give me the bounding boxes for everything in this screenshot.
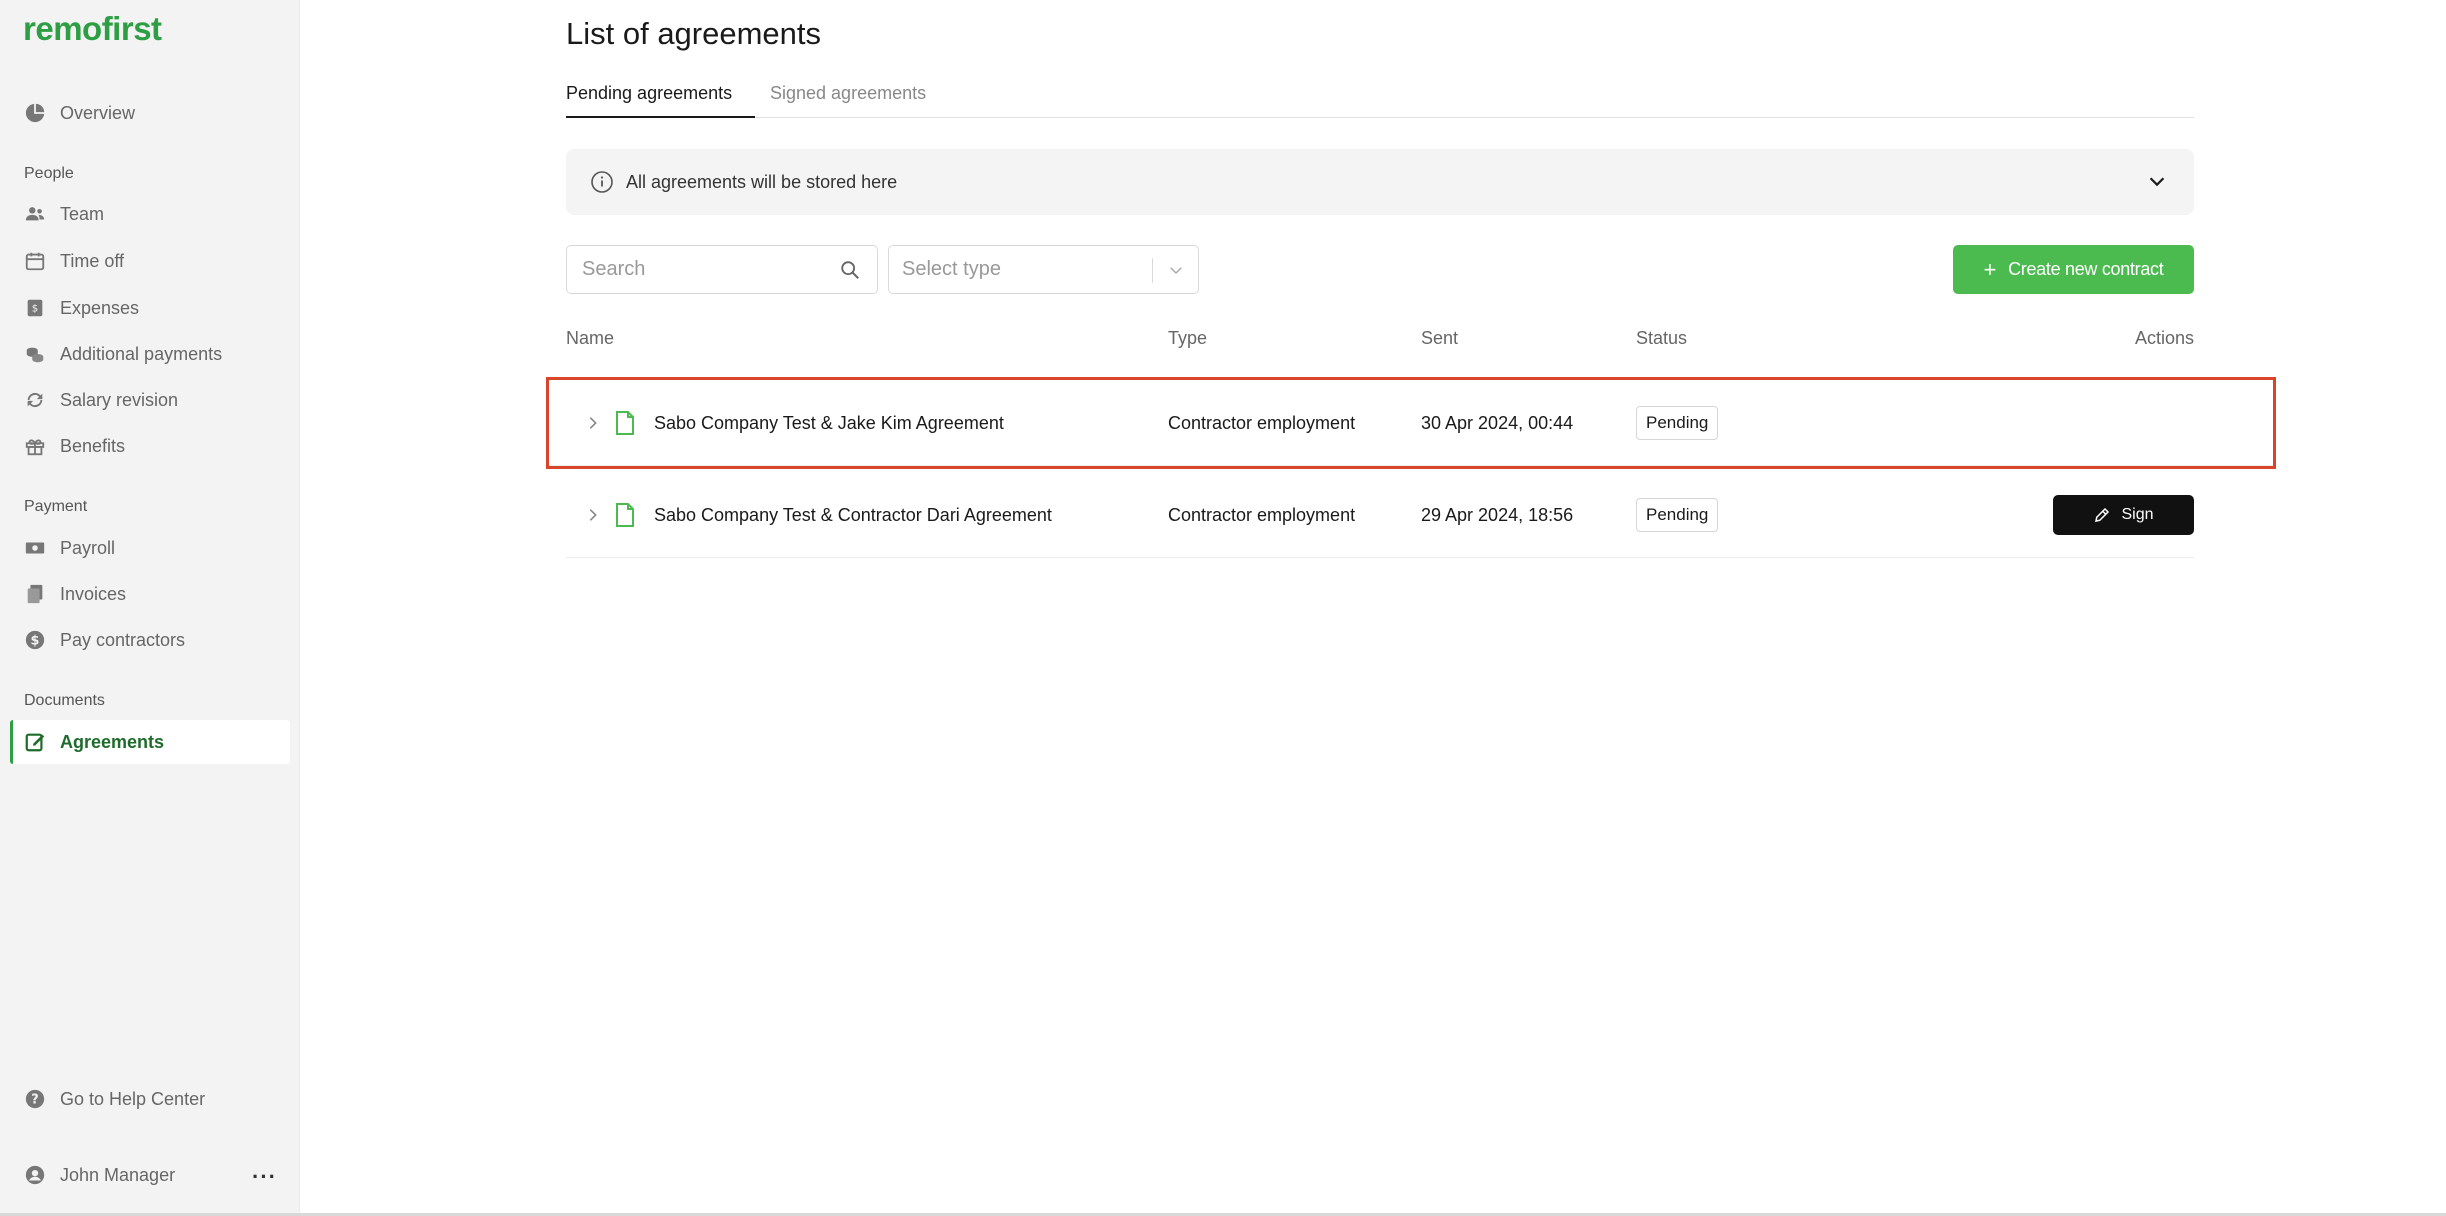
- sidebar-item-label: Agreements: [60, 731, 165, 752]
- remofirst-logo[interactable]: remofirst: [23, 10, 162, 48]
- agreement-type: Contractor employment: [1168, 504, 1356, 525]
- table-row[interactable]: Sabo Company Test & Contractor Dari Agre…: [566, 472, 2194, 558]
- sidebar-item-benefits[interactable]: Benefits: [10, 424, 290, 468]
- document-icon: [616, 503, 634, 527]
- document-icon: [616, 411, 634, 435]
- sidebar-item-time-off[interactable]: Time off: [10, 239, 290, 283]
- sidebar-item-label: Expenses: [60, 297, 140, 318]
- sidebar-item-label: Salary revision: [60, 389, 179, 410]
- pen-icon: [2095, 507, 2110, 522]
- agreement-tabs: Pending agreements Signed agreements: [566, 80, 2194, 118]
- sidebar-item-label: Invoices: [60, 583, 127, 604]
- sidebar-item-label: Additional payments: [60, 343, 223, 364]
- help-circle-icon: ?: [24, 1088, 46, 1110]
- search-input[interactable]: [567, 258, 827, 281]
- pie-chart-icon: [24, 102, 46, 124]
- agreement-sent-date: 30 Apr 2024, 00:44: [1421, 412, 1574, 433]
- group-label-payment: Payment: [24, 498, 88, 515]
- column-header-sent: Sent: [1421, 328, 1459, 348]
- svg-text:$: $: [31, 634, 40, 649]
- group-label-documents: Documents: [24, 692, 105, 709]
- sidebar-item-label: Team: [60, 203, 105, 224]
- sidebar-user-profile[interactable]: John Manager: [10, 1153, 240, 1197]
- table-row[interactable]: Sabo Company Test & Jake Kim Agreement C…: [546, 377, 2276, 469]
- calendar-icon: [24, 250, 46, 272]
- sidebar-item-additional-payments[interactable]: Additional payments: [10, 332, 290, 376]
- agreement-name[interactable]: Sabo Company Test & Jake Kim Agreement: [654, 380, 1004, 466]
- sidebar-item-salary-revision[interactable]: Salary revision: [10, 378, 290, 422]
- column-header-name: Name: [566, 328, 615, 348]
- dollar-circle-icon: $: [24, 629, 46, 651]
- users-icon: [24, 203, 46, 225]
- sidebar-item-payroll[interactable]: Payroll: [10, 526, 290, 570]
- sidebar-item-label: Payroll: [60, 537, 116, 558]
- info-banner-text: All agreements will be stored here: [626, 171, 898, 192]
- receipt-icon: $: [24, 297, 46, 319]
- search-box: [566, 245, 878, 294]
- sidebar-item-label: Overview: [60, 102, 136, 123]
- status-badge: Pending: [1636, 498, 1719, 532]
- plus-icon: +: [1983, 256, 1997, 282]
- svg-text:$: $: [32, 304, 38, 315]
- agreement-type: Contractor employment: [1168, 412, 1356, 433]
- agreement-sent-date: 29 Apr 2024, 18:56: [1421, 504, 1574, 525]
- sign-button[interactable]: Sign: [2053, 495, 2194, 535]
- sidebar-item-overview[interactable]: Overview: [10, 91, 290, 135]
- status-badge: Pending: [1636, 406, 1719, 440]
- user-avatar-icon: [24, 1164, 46, 1186]
- select-divider: [1152, 258, 1153, 283]
- column-header-actions: Actions: [2134, 328, 2194, 348]
- sidebar-item-label: Benefits: [60, 435, 126, 456]
- more-options-icon[interactable]: ···: [252, 1164, 277, 1190]
- group-label-people: People: [24, 165, 74, 182]
- banknote-icon: [24, 537, 46, 559]
- coins-icon: [24, 343, 46, 365]
- page-title: List of agreements: [566, 16, 822, 51]
- create-new-contract-button[interactable]: + Create new contract: [1953, 245, 2194, 294]
- svg-text:?: ?: [31, 1093, 38, 1108]
- sidebar: remofirst Overview People Team Time off …: [0, 0, 300, 1216]
- sidebar-item-expenses[interactable]: $ Expenses: [10, 286, 290, 330]
- sidebar-item-invoices[interactable]: Invoices: [10, 572, 290, 616]
- tab-pending-agreements[interactable]: Pending agreements: [566, 80, 755, 118]
- agreement-name[interactable]: Sabo Company Test & Contractor Dari Agre…: [654, 472, 1052, 558]
- type-select[interactable]: Select type: [888, 245, 1199, 294]
- type-select-placeholder: Select type: [902, 258, 1001, 280]
- sign-button-label: Sign: [2121, 506, 2154, 523]
- chevron-right-icon[interactable]: [585, 507, 601, 523]
- sidebar-item-agreements[interactable]: Agreements: [10, 720, 290, 764]
- refresh-icon: [24, 389, 46, 411]
- info-icon: [591, 171, 613, 193]
- sidebar-item-help-center[interactable]: ? Go to Help Center: [10, 1077, 290, 1121]
- info-banner: All agreements will be stored here: [566, 149, 2194, 215]
- user-name: John Manager: [60, 1164, 176, 1185]
- chevron-right-icon[interactable]: [585, 415, 601, 431]
- search-icon[interactable]: [839, 259, 861, 281]
- sidebar-item-label: Time off: [60, 250, 125, 271]
- sidebar-item-label: Pay contractors: [60, 629, 186, 650]
- column-header-status: Status: [1636, 328, 1688, 348]
- sidebar-item-pay-contractors[interactable]: $ Pay contractors: [10, 618, 290, 662]
- tab-signed-agreements[interactable]: Signed agreements: [770, 80, 926, 118]
- edit-document-icon: [24, 731, 46, 753]
- files-icon: [24, 583, 46, 605]
- column-header-type: Type: [1168, 328, 1208, 348]
- chevron-down-icon: [1170, 267, 1182, 275]
- create-button-label: Create new contract: [2008, 259, 2164, 279]
- gift-icon: [24, 435, 46, 457]
- chevron-down-icon[interactable]: [2146, 170, 2168, 192]
- sidebar-item-team[interactable]: Team: [10, 192, 290, 236]
- sidebar-item-label: Go to Help Center: [60, 1088, 206, 1109]
